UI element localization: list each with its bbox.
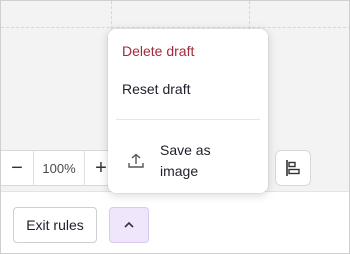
zoom-level: 100% — [33, 151, 85, 185]
save-as-image-item[interactable]: Save as image — [108, 139, 268, 183]
guide-line — [1, 27, 349, 28]
menu-divider — [116, 119, 260, 120]
exit-rules-button[interactable]: Exit rules — [13, 207, 97, 243]
save-as-image-label: Save as image — [160, 142, 211, 179]
align-button[interactable] — [275, 150, 311, 186]
delete-draft-item[interactable]: Delete draft — [108, 43, 268, 59]
app-frame: − 100% + Exit rules Delete draft Reset d… — [0, 0, 350, 254]
zoom-control: − 100% + — [1, 150, 125, 186]
reset-draft-item[interactable]: Reset draft — [108, 81, 268, 97]
options-menu: Delete draft Reset draft Save as image — [108, 29, 268, 193]
zoom-out-button[interactable]: − — [1, 151, 33, 185]
chevron-up-icon — [124, 221, 134, 228]
bottom-toolbar: Exit rules — [1, 191, 349, 253]
more-options-toggle[interactable] — [109, 207, 149, 243]
upload-icon — [124, 153, 148, 169]
align-left-icon — [286, 160, 300, 176]
